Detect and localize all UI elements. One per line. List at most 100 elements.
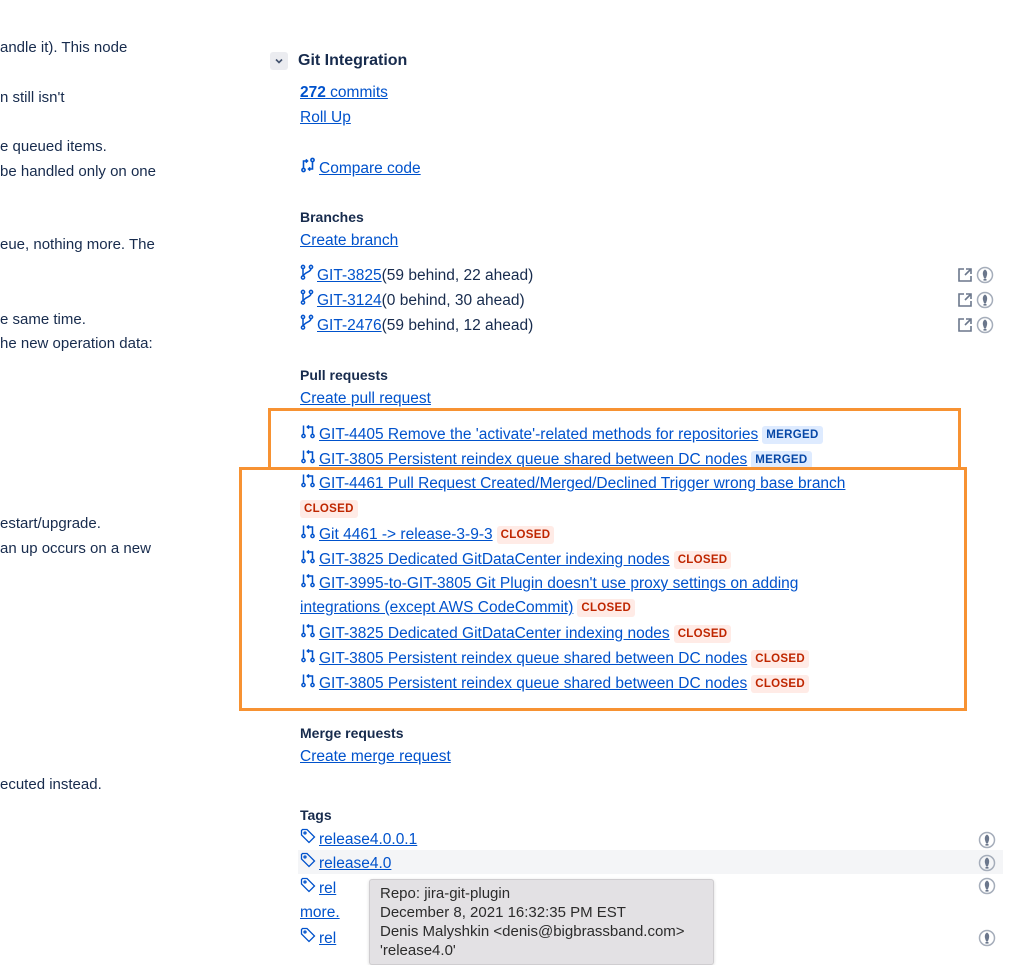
more-tags-link[interactable]: more. xyxy=(300,904,340,921)
tag-item: rel xyxy=(300,877,336,900)
description-line: estart/upgrade. xyxy=(0,515,101,532)
tag-icon xyxy=(300,852,316,875)
tag-icon xyxy=(300,877,316,900)
description-line: n still isn't xyxy=(0,89,65,106)
repository-icon[interactable] xyxy=(978,831,996,854)
status-badge-closed: CLOSED xyxy=(673,624,732,643)
description-line: eue, nothing more. The xyxy=(0,236,155,253)
roll-up-link[interactable]: Roll Up xyxy=(300,109,351,126)
tooltip-repo: Repo: jira-git-plugin xyxy=(380,885,511,902)
pull-request-link[interactable]: integrations (except AWS CodeCommit) xyxy=(300,597,573,619)
pull-request-icon xyxy=(300,548,316,571)
repository-icon[interactable] xyxy=(978,854,996,877)
commits-count[interactable]: 272 xyxy=(300,84,326,101)
pull-request-link[interactable]: GIT-3995-to-GIT-3805 Git Plugin doesn't … xyxy=(319,573,798,595)
pull-requests-title: Pull requests xyxy=(300,367,388,383)
repository-icon[interactable] xyxy=(976,266,994,289)
description-line: e same time. xyxy=(0,311,86,328)
status-badge-closed: CLOSED xyxy=(751,674,809,693)
tag-item: rel xyxy=(300,927,336,950)
pull-request-icon xyxy=(300,672,316,695)
open-external-icon[interactable] xyxy=(956,316,974,339)
pull-request-icon xyxy=(300,523,316,546)
open-external-icon[interactable] xyxy=(956,291,974,314)
status-badge-merged: MERGED xyxy=(751,450,812,469)
status-badge-closed: CLOSED xyxy=(751,649,809,668)
branch-link[interactable]: GIT-3124 xyxy=(317,290,382,312)
repository-icon[interactable] xyxy=(976,316,994,339)
branch-icon xyxy=(300,289,314,312)
compare-code-link[interactable]: Compare code xyxy=(300,157,421,180)
open-external-icon[interactable] xyxy=(956,266,974,289)
tag-link[interactable]: rel xyxy=(319,878,336,900)
status-badge-closed: CLOSED xyxy=(577,599,636,617)
pull-request-item: Git 4461 -> release-3-9-3 CLOSED xyxy=(300,523,555,546)
status-badge-merged: MERGED xyxy=(762,425,823,444)
git-integration-header[interactable]: Git Integration xyxy=(270,50,407,72)
tag-link[interactable]: release4.0 xyxy=(319,853,391,875)
tag-tooltip: Repo: jira-git-plugin December 8, 2021 1… xyxy=(369,879,714,965)
description-line: an up occurs on a new xyxy=(0,540,151,557)
status-badge-closed: CLOSED xyxy=(673,550,732,569)
pull-request-item: GIT-3995-to-GIT-3805 Git Plugin doesn't … xyxy=(300,572,798,595)
git-integration-panel: Git Integration 272 commits Roll Up Comp… xyxy=(270,0,1024,965)
tag-icon xyxy=(300,927,316,950)
pull-request-icon xyxy=(300,647,316,670)
pull-request-item: GIT-3825 Dedicated GitDataCenter indexin… xyxy=(300,548,732,571)
description-line: ecuted instead. xyxy=(0,776,102,793)
repository-icon[interactable] xyxy=(978,877,996,900)
pull-request-icon xyxy=(300,423,316,446)
pull-request-link[interactable]: GIT-4461 Pull Request Created/Merged/Dec… xyxy=(319,473,845,495)
create-pull-request-link[interactable]: Create pull request xyxy=(300,390,431,407)
branch-link[interactable]: GIT-2476 xyxy=(317,315,382,337)
create-merge-request-link[interactable]: Create merge request xyxy=(300,748,451,765)
branch-item: GIT-3124 (0 behind, 30 ahead) xyxy=(300,289,525,312)
description-line: he new operation data: xyxy=(0,335,153,352)
repository-icon[interactable] xyxy=(978,929,996,952)
branch-item: GIT-3825 (59 behind, 22 ahead) xyxy=(300,264,533,287)
commits-link[interactable]: 272 commits xyxy=(300,82,388,104)
tag-item: release4.0.0.1 xyxy=(300,828,417,851)
description-line: be handled only on one xyxy=(0,163,156,180)
pull-request-link[interactable]: GIT-3805 Persistent reindex queue shared… xyxy=(319,673,747,695)
branch-info: (59 behind, 22 ahead) xyxy=(381,266,534,284)
branch-info: (59 behind, 12 ahead) xyxy=(381,316,534,334)
tag-item: release4.0 xyxy=(300,852,391,875)
branch-icon xyxy=(300,264,314,287)
pull-request-link[interactable]: GIT-3805 Persistent reindex queue shared… xyxy=(319,648,747,670)
pull-request-icon xyxy=(300,572,316,595)
pull-request-item-continued: integrations (except AWS CodeCommit) CLO… xyxy=(300,597,636,619)
pull-request-item: GIT-4405 Remove the 'activate'-related m… xyxy=(300,423,823,446)
chevron-down-icon[interactable] xyxy=(270,52,288,70)
pull-request-item: GIT-3825 Dedicated GitDataCenter indexin… xyxy=(300,622,732,645)
pull-request-link[interactable]: GIT-3805 Persistent reindex queue shared… xyxy=(319,449,747,471)
branch-item: GIT-2476 (59 behind, 12 ahead) xyxy=(300,314,533,337)
tooltip-author: Denis Malyshkin <denis@bigbrassband.com> xyxy=(380,923,685,940)
compare-icon xyxy=(300,157,316,180)
pull-request-item: GIT-4461 Pull Request Created/Merged/Dec… xyxy=(300,472,845,495)
branches-title: Branches xyxy=(300,209,364,225)
pull-request-link[interactable]: GIT-3825 Dedicated GitDataCenter indexin… xyxy=(319,623,670,645)
tooltip-date: December 8, 2021 16:32:35 PM EST xyxy=(380,904,626,921)
create-branch-link[interactable]: Create branch xyxy=(300,232,398,249)
tags-title: Tags xyxy=(300,807,332,823)
issue-description: andle it). This node n still isn't e que… xyxy=(0,0,240,965)
tag-link[interactable]: release4.0.0.1 xyxy=(319,829,417,851)
branch-link[interactable]: GIT-3825 xyxy=(317,265,382,287)
pull-request-link[interactable]: GIT-4405 Remove the 'activate'-related m… xyxy=(319,424,758,446)
branch-info: (0 behind, 30 ahead) xyxy=(381,291,525,309)
branch-icon xyxy=(300,314,314,337)
pull-request-item: GIT-3805 Persistent reindex queue shared… xyxy=(300,672,809,695)
description-line: e queued items. xyxy=(0,138,107,155)
pull-request-item: GIT-3805 Persistent reindex queue shared… xyxy=(300,448,812,471)
pull-request-icon xyxy=(300,472,316,495)
compare-code-label[interactable]: Compare code xyxy=(319,158,421,180)
tag-link[interactable]: rel xyxy=(319,928,336,950)
repository-icon[interactable] xyxy=(976,291,994,314)
commits-label[interactable]: commits xyxy=(326,84,388,101)
pull-request-link[interactable]: GIT-3825 Dedicated GitDataCenter indexin… xyxy=(319,549,670,571)
pull-request-link[interactable]: Git 4461 -> release-3-9-3 xyxy=(319,524,493,546)
status-badge-closed: CLOSED xyxy=(496,525,555,544)
pull-request-icon xyxy=(300,448,316,471)
tag-icon xyxy=(300,828,316,851)
